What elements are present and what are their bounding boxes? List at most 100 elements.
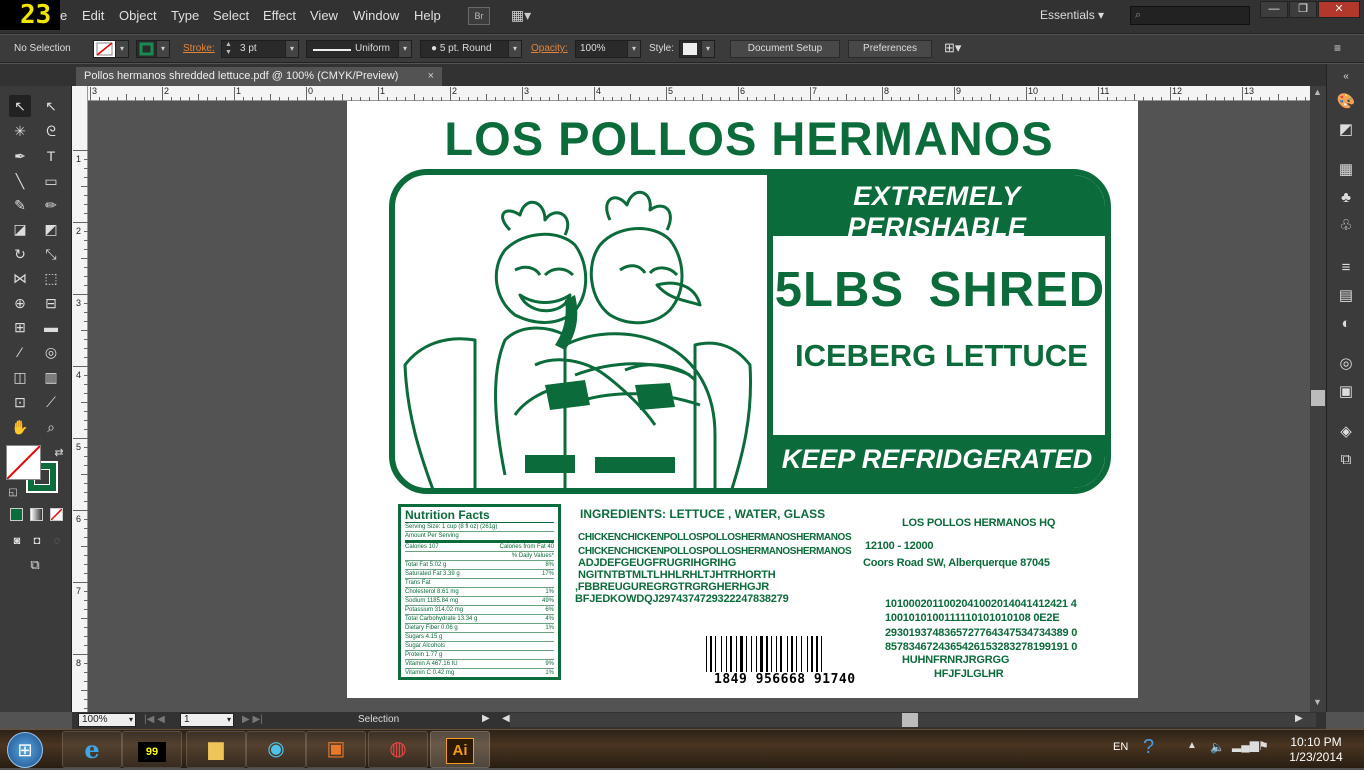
menu-window[interactable]: Window	[353, 8, 399, 23]
menu-edit[interactable]: Edit	[82, 8, 104, 23]
stroke-weight-field[interactable]: ▲ ▼ 3 pt ▾	[221, 40, 299, 58]
start-button[interactable]: ⊞	[7, 732, 43, 768]
network-icon[interactable]: ▂▄▆	[1232, 738, 1259, 752]
browser-globe-taskbar-icon[interactable]: ◉	[246, 731, 306, 768]
graphic-styles-icon[interactable]: ▣	[1336, 382, 1356, 402]
brushes-icon[interactable]: ♣	[1336, 188, 1356, 208]
slice-tool-icon[interactable]: ⟋	[40, 391, 62, 413]
language-indicator[interactable]: EN	[1113, 741, 1128, 753]
shape-builder-tool-icon[interactable]: ⊕	[9, 292, 31, 314]
swatches-icon[interactable]: ▦	[1336, 160, 1356, 180]
rotate-tool-icon[interactable]: ↻	[9, 243, 31, 265]
help-tray-icon[interactable]: ?	[1143, 736, 1154, 759]
direct-selection-tool-icon[interactable]: ↖	[40, 95, 62, 117]
document-tab[interactable]: Pollos hermanos shredded lettuce.pdf @ 1…	[76, 67, 442, 86]
stroke-panel-icon[interactable]: ≡	[1336, 258, 1356, 278]
media-taskbar-icon[interactable]: ▣	[306, 731, 366, 768]
eyedropper-tool-icon[interactable]: ⁄	[9, 341, 31, 363]
scale-tool-icon[interactable]: ⤡	[40, 243, 62, 265]
free-transform-tool-icon[interactable]: ⬚	[40, 267, 62, 289]
column-graph-tool-icon[interactable]: ▥	[40, 366, 62, 388]
last-artboard-icon[interactable]: ▶ ▶|	[242, 714, 263, 725]
paintbrush-tool-icon[interactable]: ✎	[9, 194, 31, 216]
variable-width-profile[interactable]: Uniform ▾	[306, 40, 412, 58]
show-hidden-icons-icon[interactable]: ▲	[1187, 740, 1197, 751]
scroll-right-icon[interactable]: ▶	[1295, 713, 1303, 724]
close-button[interactable]: ✕	[1318, 1, 1360, 18]
menu-file-partial[interactable]: e	[60, 8, 67, 23]
status-menu-icon[interactable]: ▶	[482, 713, 490, 724]
magic-wand-tool-icon[interactable]: ✳	[9, 120, 31, 142]
default-colors-icon[interactable]: ◱	[2, 482, 24, 504]
screen-mode-icon[interactable]: ⧉	[24, 554, 46, 576]
hand-tool-icon[interactable]: ✋	[9, 416, 31, 438]
draw-normal-icon[interactable]: ◙	[6, 530, 28, 552]
vertical-scrollbar[interactable]: ▲ ▼	[1310, 86, 1326, 712]
mesh-tool-icon[interactable]: ⊞	[9, 316, 31, 338]
draw-behind-icon[interactable]: ◘	[26, 530, 48, 552]
scroll-down-icon[interactable]: ▼	[1313, 697, 1322, 707]
system-clock[interactable]: 10:10 PM 1/23/2014	[1276, 735, 1356, 765]
pencil-tool-icon[interactable]: ✏	[40, 194, 62, 216]
arrange-options-icon[interactable]: ⊞▾	[944, 40, 961, 56]
type-tool-icon[interactable]: T	[40, 145, 62, 167]
layers-icon[interactable]: ◈	[1336, 422, 1356, 442]
minimize-button[interactable]: —	[1260, 1, 1288, 18]
width-tool-icon[interactable]: ⋈	[9, 267, 31, 289]
graphic-style-picker[interactable]: ▾	[679, 40, 715, 58]
gradient-tool-icon[interactable]: ▬	[40, 316, 62, 338]
horizontal-ruler[interactable]: 3 2 1 0 1 2 3 4 5 6 7 8 9 10 11 12 13	[88, 86, 1310, 101]
selection-tool-icon[interactable]: ↖	[9, 95, 31, 117]
fill-color-box[interactable]	[6, 445, 41, 480]
none-mode-button[interactable]	[50, 508, 63, 521]
transparency-icon[interactable]: ◐	[1336, 314, 1356, 334]
menu-select[interactable]: Select	[213, 8, 249, 23]
gradient-panel-icon[interactable]: ▤	[1336, 286, 1356, 306]
preferences-button[interactable]: Preferences	[848, 40, 932, 58]
action-center-icon[interactable]: ⚑	[1258, 739, 1269, 753]
opacity-label[interactable]: Opacity:	[531, 43, 568, 54]
arrange-documents-icon[interactable]: ▦▾	[506, 7, 536, 25]
menu-effect[interactable]: Effect	[263, 8, 296, 23]
vertical-scroll-thumb[interactable]	[1311, 390, 1325, 406]
scroll-up-icon[interactable]: ▲	[1313, 87, 1322, 97]
document-setup-button[interactable]: Document Setup	[730, 40, 840, 58]
color-panel-icon[interactable]: 🎨	[1336, 92, 1356, 112]
appearance-icon[interactable]: ◎	[1336, 354, 1356, 374]
horizontal-scroll-thumb[interactable]	[902, 713, 918, 727]
internet-explorer-taskbar-icon[interactable]: e	[62, 731, 122, 768]
blob-brush-tool-icon[interactable]: ◪	[9, 218, 31, 240]
zoom-field[interactable]: 100% ▾	[78, 713, 136, 727]
workspace-switcher[interactable]: Essentials ▾	[1040, 8, 1104, 22]
zoom-tool-icon[interactable]: ⌕	[40, 416, 62, 438]
artboard-navigation[interactable]: 1 ▾	[180, 713, 234, 727]
chrome-taskbar-icon[interactable]: ◍	[368, 731, 428, 768]
scroll-left-icon[interactable]: ◀	[502, 713, 510, 724]
illustrator-taskbar-icon[interactable]: Ai	[430, 731, 490, 768]
lasso-tool-icon[interactable]: ᘓ	[40, 120, 62, 142]
search-help-input[interactable]: ⌕	[1130, 6, 1250, 25]
gradient-mode-button[interactable]	[30, 508, 43, 521]
opacity-field[interactable]: 100% ▾	[575, 40, 641, 58]
close-tab-icon[interactable]: ×	[428, 67, 434, 86]
horizontal-scrollbar[interactable]	[510, 713, 1316, 727]
rectangle-tool-icon[interactable]: ▭	[40, 170, 62, 192]
artboard[interactable]: LOS POLLOS HERMANOS EXTREMELY PERISHABLE…	[347, 101, 1138, 698]
restore-button[interactable]: ❐	[1289, 1, 1317, 18]
fraps-taskbar-icon[interactable]: 99	[122, 731, 182, 768]
swap-colors-icon[interactable]: ⇄	[48, 442, 70, 464]
fill-swatch[interactable]: ▾	[93, 40, 129, 58]
explorer-taskbar-icon[interactable]: ▆	[186, 731, 246, 768]
menu-view[interactable]: View	[310, 8, 338, 23]
line-tool-icon[interactable]: ╲	[9, 170, 31, 192]
menu-type[interactable]: Type	[171, 8, 199, 23]
stroke-swatch[interactable]: ▾	[136, 40, 170, 58]
vertical-ruler[interactable]: 1 2 3 4 5 6 7 8	[72, 86, 88, 718]
color-mode-button[interactable]	[10, 508, 23, 521]
first-artboard-icon[interactable]: |◀ ◀	[144, 714, 165, 725]
stroke-label[interactable]: Stroke:	[183, 43, 215, 54]
menu-object[interactable]: Object	[119, 8, 157, 23]
artboard-tool-icon[interactable]: ⊡	[9, 391, 31, 413]
collapse-panels-icon[interactable]: «	[1336, 67, 1356, 87]
pen-tool-icon[interactable]: ✒	[9, 145, 31, 167]
